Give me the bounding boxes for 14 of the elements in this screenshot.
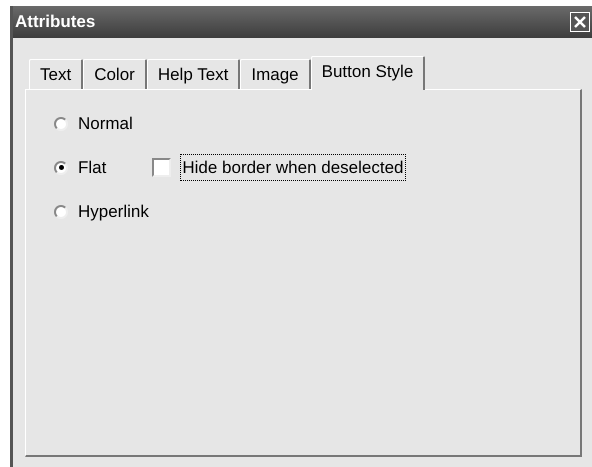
radio-button[interactable]	[54, 116, 68, 130]
radio-button[interactable]	[54, 204, 68, 218]
close-icon	[574, 16, 586, 28]
radio-button[interactable]	[54, 160, 68, 174]
option-label[interactable]: Flat	[78, 154, 106, 180]
window-title: Attributes	[15, 11, 96, 34]
tab[interactable]: Button Style	[310, 56, 426, 90]
tab[interactable]: Color	[83, 59, 147, 89]
tab[interactable]: Text	[29, 59, 84, 89]
option-label[interactable]: Normal	[78, 110, 133, 136]
option-label[interactable]: Hyperlink	[78, 198, 149, 224]
close-button[interactable]	[570, 12, 590, 32]
tab[interactable]: Image	[240, 59, 311, 89]
tab[interactable]: Help Text	[146, 59, 240, 89]
